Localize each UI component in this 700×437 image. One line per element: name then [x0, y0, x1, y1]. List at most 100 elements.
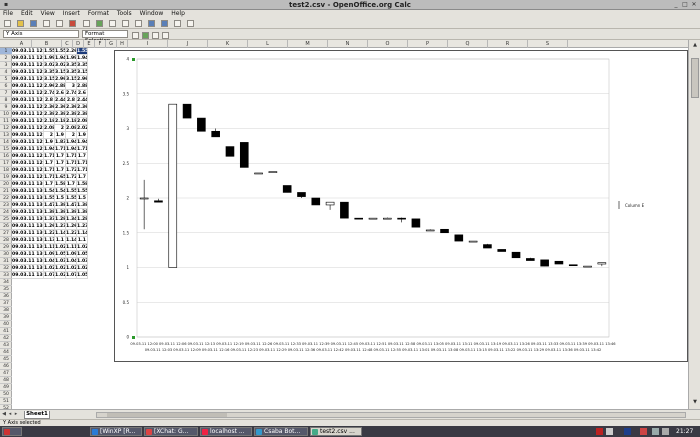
table-cell[interactable]: 2.8: [66, 97, 77, 104]
table-cell[interactable]: 1.38: [44, 209, 55, 216]
tab-sheet1[interactable]: Sheet1: [24, 411, 50, 419]
table-cell[interactable]: 09.03.11 13:29: [12, 237, 44, 244]
row-header[interactable]: 22: [0, 195, 12, 202]
table-cell[interactable]: 1.71: [44, 167, 55, 174]
row-header[interactable]: 24: [0, 209, 12, 216]
next-sheet-icon[interactable]: ▸: [13, 411, 19, 418]
table-cell[interactable]: 09.03.11 13:05: [12, 188, 44, 195]
table-cell[interactable]: 3.02: [44, 62, 55, 69]
spellcheck-icon[interactable]: [95, 20, 103, 27]
column-header[interactable]: H: [117, 40, 128, 48]
table-cell[interactable]: 1.02: [66, 265, 77, 272]
table-cell[interactable]: 1.71: [55, 146, 66, 153]
table-cell[interactable]: 1.7: [44, 160, 55, 167]
menu-insert[interactable]: Insert: [63, 10, 80, 17]
table-cell[interactable]: 1.33: [44, 216, 55, 223]
table-cell[interactable]: 1.7: [55, 153, 66, 160]
table-cell[interactable]: 1.38: [66, 209, 77, 216]
table-cell[interactable]: 1.55: [44, 48, 55, 55]
row-header[interactable]: 12: [0, 125, 12, 132]
table-cell[interactable]: 2.88: [77, 83, 88, 90]
row-header[interactable]: 15: [0, 146, 12, 153]
scroll-thumb[interactable]: [691, 58, 699, 98]
table-cell[interactable]: 1.02: [55, 265, 66, 272]
table-cell[interactable]: 1.03: [77, 258, 88, 265]
table-cell[interactable]: 1.23: [77, 223, 88, 230]
horizontal-scrollbar[interactable]: [96, 412, 686, 418]
table-cell[interactable]: 3.35: [66, 69, 77, 76]
edit-file-icon[interactable]: [56, 20, 64, 27]
table-cell[interactable]: 1.14: [77, 230, 88, 237]
menu-tools[interactable]: Tools: [117, 10, 132, 17]
table-cell[interactable]: 3.02: [55, 62, 66, 69]
undo-icon[interactable]: [148, 20, 156, 27]
menu-help[interactable]: Help: [171, 10, 185, 17]
column-header[interactable]: R: [488, 40, 528, 48]
row-header[interactable]: 11: [0, 118, 12, 125]
table-cell[interactable]: 09.03.11 12:03: [12, 55, 44, 62]
table-cell[interactable]: 09.03.11 13:33: [12, 244, 44, 251]
table-cell[interactable]: 1.94: [55, 55, 66, 62]
table-cell[interactable]: 2.88: [55, 83, 66, 90]
column-header[interactable]: Q: [448, 40, 488, 48]
table-cell[interactable]: 09.03.11 13:26: [12, 230, 44, 237]
flag-icon[interactable]: [640, 428, 647, 435]
row-header[interactable]: 31: [0, 258, 12, 265]
hscroll-thumb[interactable]: [107, 413, 227, 417]
row-header[interactable]: 21: [0, 188, 12, 195]
row-header[interactable]: 2: [0, 55, 12, 62]
table-cell[interactable]: 1.04: [44, 258, 55, 265]
format-selection-button[interactable]: Format Selection: [82, 30, 128, 44]
table-cell[interactable]: 2.18: [55, 118, 66, 125]
start-button[interactable]: [2, 427, 22, 436]
table-cell[interactable]: 09.03.11 13:19: [12, 216, 44, 223]
table-cell[interactable]: 1.04: [66, 258, 77, 265]
table-cell[interactable]: 09.03.11 12:36: [12, 125, 44, 132]
table-cell[interactable]: 09.03.11 12:16: [12, 83, 44, 90]
table-cell[interactable]: 3.35: [44, 69, 55, 76]
table-cell[interactable]: 1.02: [77, 265, 88, 272]
table-cell[interactable]: 09.03.11 12:45: [12, 146, 44, 153]
row-header[interactable]: 4: [0, 69, 12, 76]
table-cell[interactable]: 09.03.11 13:11: [12, 202, 44, 209]
row-header[interactable]: 35: [0, 286, 12, 293]
table-cell[interactable]: 1.72: [66, 174, 77, 181]
row-header[interactable]: 49: [0, 384, 12, 391]
table-cell[interactable]: 2.36: [66, 104, 77, 111]
help-icon[interactable]: [187, 20, 195, 27]
column-header[interactable]: B: [32, 40, 62, 48]
menu-format[interactable]: Format: [88, 10, 109, 17]
row-header[interactable]: 43: [0, 342, 12, 349]
table-cell[interactable]: 1.22: [44, 230, 55, 237]
print-icon[interactable]: [82, 20, 90, 27]
keyboard-icon[interactable]: [606, 428, 613, 435]
row-header[interactable]: 6: [0, 83, 12, 90]
table-cell[interactable]: 2.74: [66, 90, 77, 97]
grid-icon[interactable]: [152, 32, 159, 39]
table-cell[interactable]: 1.38: [77, 202, 88, 209]
open-folder-icon[interactable]: [17, 20, 25, 27]
row-header[interactable]: 25: [0, 216, 12, 223]
row-header[interactable]: 32: [0, 265, 12, 272]
row-header[interactable]: 13: [0, 132, 12, 139]
table-cell[interactable]: 09.03.11 12:09: [12, 69, 44, 76]
table-cell[interactable]: 09.03.11 13:42: [12, 265, 44, 272]
column-header[interactable]: K: [208, 40, 248, 48]
table-cell[interactable]: 1.7: [77, 174, 88, 181]
row-header[interactable]: 27: [0, 230, 12, 237]
mail-icon[interactable]: [43, 20, 51, 27]
table-cell[interactable]: 09.03.11 12:06: [12, 62, 44, 69]
table-cell[interactable]: 1.94: [77, 55, 88, 62]
column-header[interactable]: C: [62, 40, 73, 48]
table-cell[interactable]: 1.71: [66, 160, 77, 167]
minimize-icon[interactable]: _: [672, 1, 680, 9]
table-cell[interactable]: 1.5: [55, 195, 66, 202]
table-cell[interactable]: 3.15: [77, 69, 88, 76]
table-cell[interactable]: 2.96: [77, 76, 88, 83]
table-cell[interactable]: 1.47: [44, 202, 55, 209]
row-header[interactable]: 48: [0, 377, 12, 384]
table-cell[interactable]: 1.5: [77, 195, 88, 202]
table-cell[interactable]: 1.58: [77, 181, 88, 188]
table-cell[interactable]: 2.38: [55, 111, 66, 118]
table-cell[interactable]: 1.23: [55, 223, 66, 230]
